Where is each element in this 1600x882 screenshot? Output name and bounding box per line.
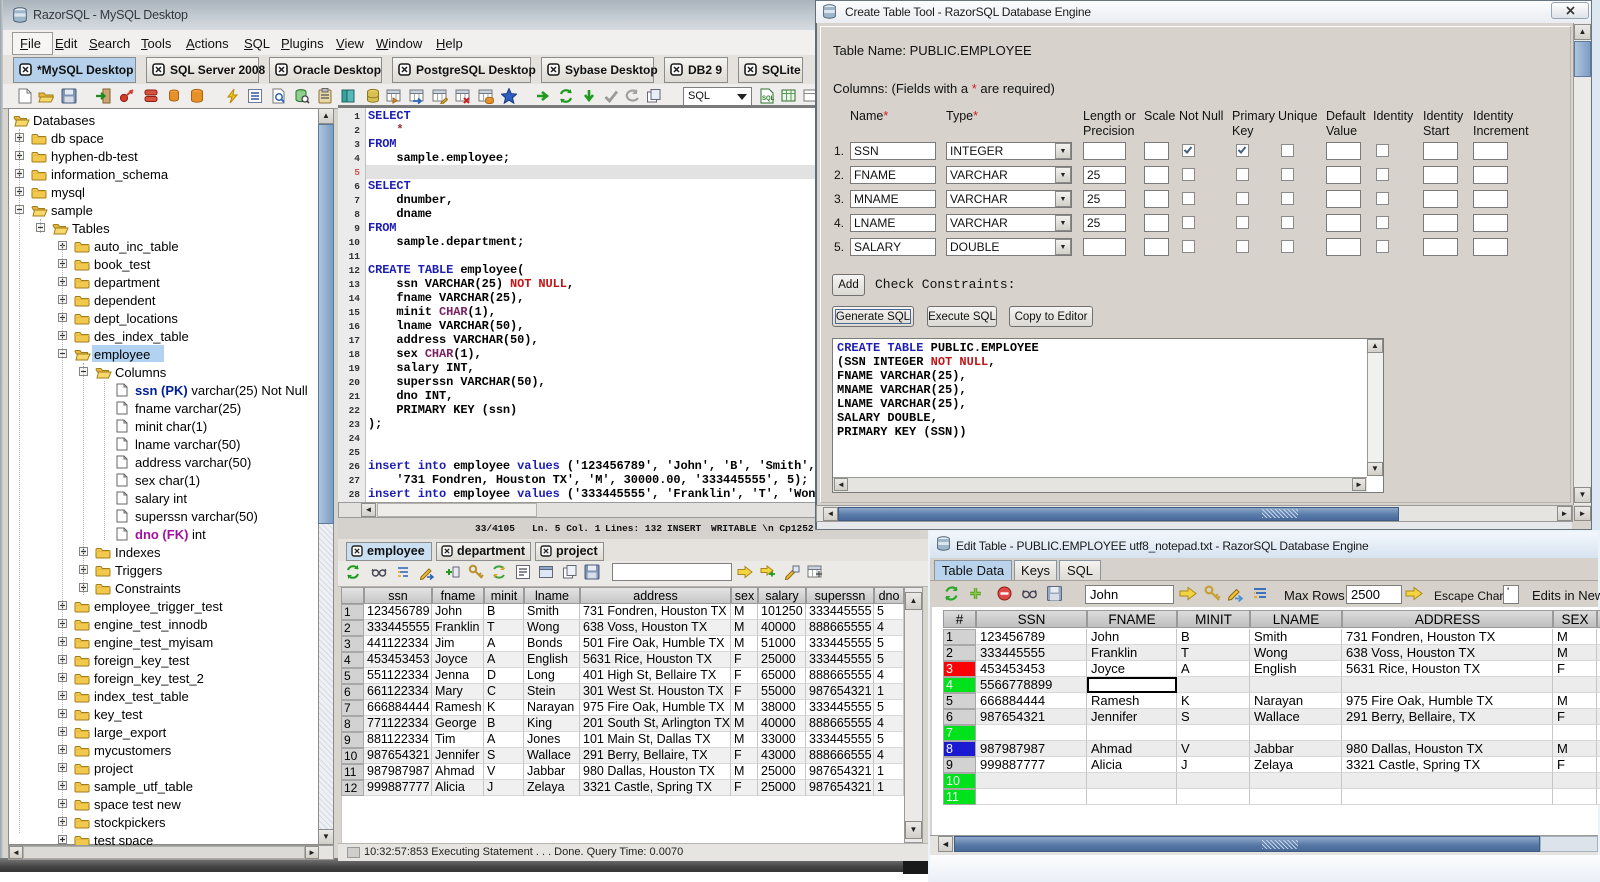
- svg-text:SQL: SQL: [762, 96, 775, 102]
